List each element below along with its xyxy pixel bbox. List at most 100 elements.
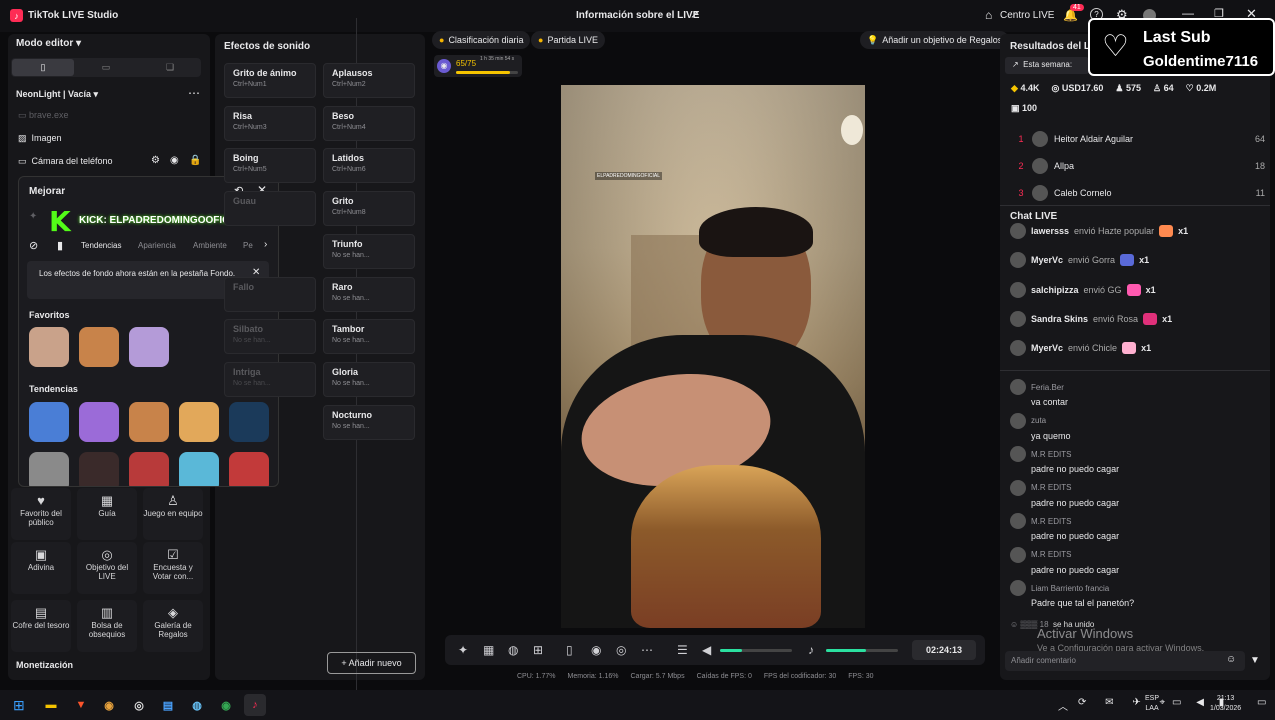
file-explorer-icon[interactable]: ▬ [40, 694, 62, 716]
sound-effect-button[interactable]: Beso Ctrl+Num4 [323, 105, 415, 141]
tray-chevron-icon[interactable]: ︿ [1058, 698, 1068, 713]
live-match-chip[interactable]: ● Partida LIVE [531, 31, 605, 49]
comment-input[interactable]: Añadir comentario ☺ [1005, 651, 1245, 671]
magic-wand-icon[interactable]: ✦ [458, 643, 468, 657]
tab-pe[interactable]: Pe [243, 241, 253, 250]
trending-effect-thumb[interactable] [79, 402, 119, 442]
chrome-icon[interactable]: ◉ [98, 694, 120, 716]
sound-effect-button[interactable]: Fallo [224, 276, 316, 312]
obs-icon[interactable]: ◎ [128, 694, 150, 716]
bookmark-icon[interactable]: ▮ [57, 239, 63, 252]
trending-effect-thumb[interactable] [79, 452, 119, 486]
sound-effect-button[interactable]: Gloria No se han... [323, 361, 415, 397]
gift-user[interactable]: MyerVc [1031, 343, 1063, 353]
sound-effect-button[interactable]: Risa Ctrl+Num3 [224, 105, 316, 141]
sound-effect-button[interactable]: Nocturno No se han... [323, 404, 415, 440]
trending-effect-thumb[interactable] [129, 402, 169, 442]
store-icon[interactable]: ▤ [157, 694, 179, 716]
chat-username[interactable]: M.R EDITS [1031, 550, 1071, 559]
windows-start-icon[interactable]: ⊞ [13, 697, 25, 714]
sound-effect-button[interactable]: Silbato No se han... [224, 319, 316, 355]
add-source-icon[interactable]: ⊞ [533, 643, 543, 657]
camera-settings-icon[interactable]: ⚙ [151, 155, 160, 166]
magic-icon[interactable]: ✦ [29, 211, 37, 222]
source-phone-camera[interactable]: ▭ Cámara del teléfono [18, 156, 113, 167]
gift-user[interactable]: MyerVc [1031, 255, 1063, 265]
centro-live-link[interactable]: Centro LIVE [1000, 10, 1054, 21]
trending-effect-thumb[interactable] [229, 452, 269, 486]
language-indicator[interactable]: ESP LAA [1145, 694, 1159, 714]
landscape-layout-button[interactable]: ▭ [75, 59, 137, 76]
ai-icon[interactable]: ◍ [508, 643, 518, 657]
daily-ranking-chip[interactable]: ● Clasificación diaria [432, 31, 531, 49]
tool-bag[interactable]: ▥ Bolsa de obsequios [77, 600, 137, 652]
layers-icon[interactable]: ▦ [483, 643, 494, 657]
tool-person-heart[interactable]: ♥ Favorito del público [11, 488, 71, 540]
chat-username[interactable]: Liam Barriento francia [1031, 584, 1109, 593]
notification-center-icon[interactable]: ▭ [1257, 697, 1266, 708]
chat-username[interactable]: M.R EDITS [1031, 450, 1071, 459]
emoji-icon[interactable]: ☺ [1226, 654, 1236, 665]
tool-chest[interactable]: ▤ Cofre del tesoro [11, 600, 71, 652]
more-icon[interactable]: ⋯ [188, 86, 200, 100]
add-gift-goal-chip[interactable]: 💡 Añadir un objetivo de Regalos [860, 31, 1010, 49]
sound-effect-button[interactable]: Guau [224, 191, 316, 227]
clock[interactable]: 21:13 1/03/2026 [1210, 694, 1241, 714]
dual-layout-button[interactable]: ❏ [139, 59, 201, 76]
share-icon[interactable]: ↗ [690, 8, 699, 21]
add-new-sound-button[interactable]: + Añadir nuevo [327, 652, 416, 674]
favorite-effect-thumb[interactable] [79, 327, 119, 367]
microphone-icon[interactable]: ♪ [808, 643, 814, 657]
sound-effect-button[interactable]: Intriga No se han... [224, 361, 316, 397]
tab-ambiente[interactable]: Ambiente [193, 241, 227, 250]
sound-effect-button[interactable]: Aplausos Ctrl+Num2 [323, 63, 415, 98]
sound-effect-button[interactable]: Grito Ctrl+Num8 [323, 191, 415, 227]
filter-icon[interactable]: ▼ [1250, 655, 1260, 666]
gift-user[interactable]: Sandra Skins [1031, 314, 1088, 324]
chat-username[interactable]: zuta [1031, 416, 1046, 425]
tab-apariencia[interactable]: Apariencia [138, 241, 176, 250]
trending-effect-thumb[interactable] [179, 452, 219, 486]
trending-effect-thumb[interactable] [229, 402, 269, 442]
more-options-icon[interactable]: ⋯ [641, 643, 653, 657]
sound-effect-button[interactable]: Grito de ánimo Ctrl+Num1 [224, 63, 316, 98]
eye-icon[interactable]: ◉ [170, 155, 179, 166]
portrait-layout-button[interactable]: ▯ [12, 59, 74, 76]
speaker-icon[interactable]: ◀ [702, 643, 711, 657]
editor-mode-dropdown[interactable]: Modo editor ▾ [16, 38, 81, 49]
lock-icon[interactable]: 🔒 [189, 155, 201, 166]
chat-username[interactable]: Feria.Ber [1031, 383, 1064, 392]
trending-effect-thumb[interactable] [29, 452, 69, 486]
sound-effect-button[interactable]: Triunfo No se han... [323, 233, 415, 269]
tool-target[interactable]: ◎ Objetivo del LIVE [77, 542, 137, 594]
favorite-effect-thumb[interactable] [129, 327, 169, 367]
source-brave[interactable]: ▭ brave.exe [18, 110, 69, 121]
ranking-row[interactable]: 1 Heitor Aldair Aguilar 64 [1010, 128, 1265, 150]
trending-effect-thumb[interactable] [29, 402, 69, 442]
ranking-row[interactable]: 3 Caleb Cornelo 11 [1010, 182, 1265, 204]
chat-username[interactable]: M.R EDITS [1031, 517, 1071, 526]
chat-username[interactable]: M.R EDITS [1031, 483, 1071, 492]
gift-user[interactable]: salchipizza [1031, 285, 1079, 295]
tool-poll[interactable]: ☑ Encuesta y Votar con... [143, 542, 203, 594]
sound-effect-button[interactable]: Tambor No se han... [323, 319, 415, 355]
tool-guess[interactable]: ▣ Adivina [11, 542, 71, 594]
mixer-icon[interactable]: ☰ [677, 643, 688, 657]
gift-user[interactable]: lawersss [1031, 226, 1069, 236]
tool-team[interactable]: ♙ Juego en equipo [143, 488, 203, 540]
tool-book[interactable]: ▦ Guía [77, 488, 137, 540]
tab-tendencias[interactable]: Tendencias [81, 241, 121, 250]
ranking-row[interactable]: 2 Allpa 18 [1010, 155, 1265, 177]
live-info-title[interactable]: Información sobre el LIVE [576, 10, 699, 21]
capture-icon[interactable]: ◎ [616, 643, 626, 657]
volume-slider[interactable] [720, 649, 792, 652]
scene-dropdown[interactable]: NeonLight | Vacía ▾ [16, 89, 98, 100]
tab-next-icon[interactable]: › [264, 239, 267, 250]
sound-effect-button[interactable]: Latidos Ctrl+Num6 [323, 148, 415, 184]
none-icon[interactable]: ⊘ [29, 239, 38, 252]
home-icon[interactable]: ⌂ [985, 8, 992, 22]
phone-icon[interactable]: ▯ [566, 643, 573, 657]
tool-gallery[interactable]: ◈ Galería de Regalos [143, 600, 203, 652]
sound-effect-button[interactable]: Boing Ctrl+Num5 [224, 148, 316, 184]
mic-slider[interactable] [826, 649, 898, 652]
